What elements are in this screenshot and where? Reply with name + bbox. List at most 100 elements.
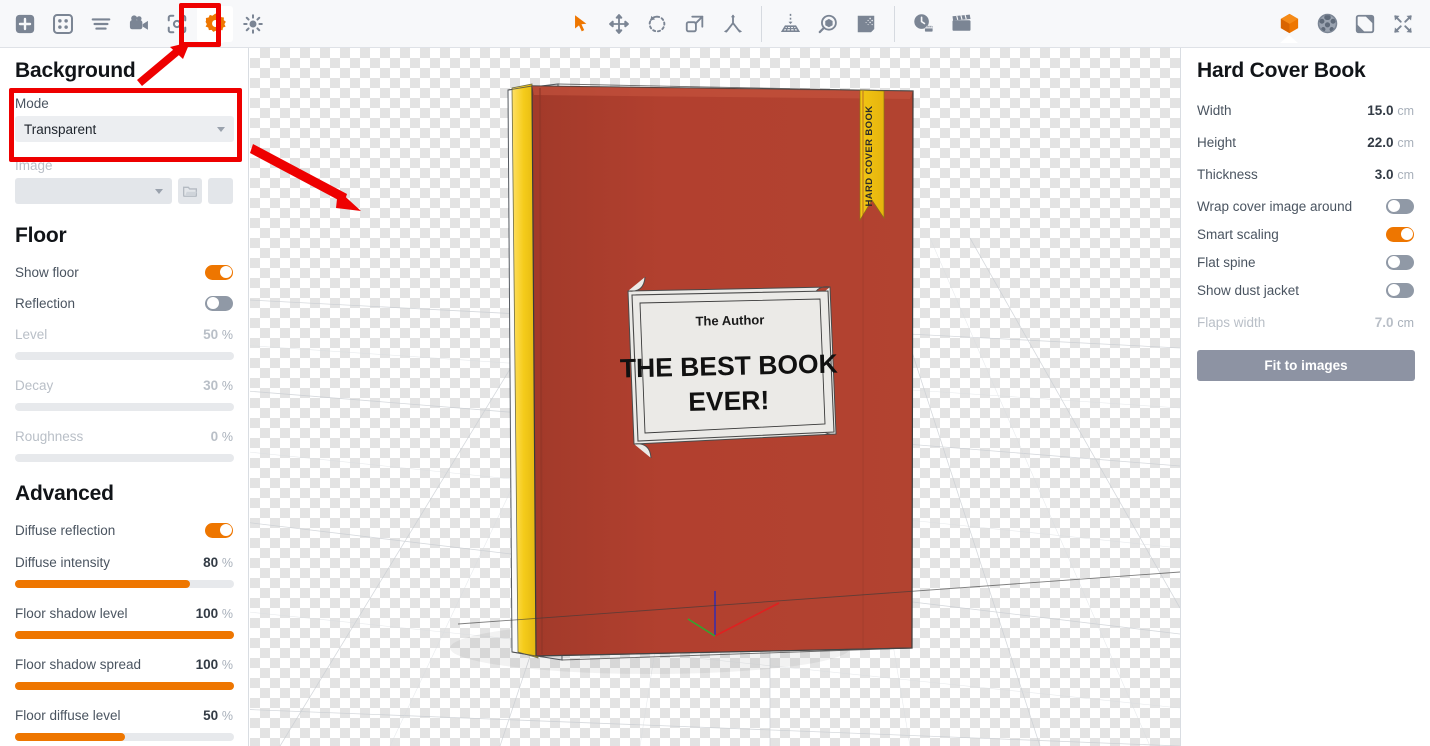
objects-grid-icon[interactable] — [45, 6, 81, 42]
video-camera-icon[interactable] — [121, 6, 157, 42]
row-reflection: Reflection — [15, 292, 233, 314]
background-mode-label: Mode — [15, 96, 49, 111]
add-object-icon[interactable] — [7, 6, 43, 42]
background-mode-value: Transparent — [24, 121, 97, 137]
row-value: 100 — [195, 605, 219, 621]
row-unit: cm — [1397, 103, 1414, 118]
rotate-icon[interactable] — [639, 6, 675, 42]
background-mode-select[interactable]: Transparent — [15, 116, 234, 142]
row-value[interactable]: 3.0 — [1375, 167, 1394, 182]
decay-slider — [15, 403, 234, 411]
row-label: Show floor — [15, 264, 79, 280]
row-label: Wrap cover image around — [1197, 198, 1353, 214]
advanced-section-title: Advanced — [15, 482, 114, 505]
diffuse-reflection-toggle[interactable] — [205, 522, 233, 538]
toolbar-separator-2 — [894, 5, 895, 42]
floor-shadow-level-slider[interactable] — [15, 631, 234, 639]
row-label: Flat spine — [1197, 254, 1256, 270]
layers-list-icon[interactable] — [83, 6, 119, 42]
row-value[interactable]: 15.0 — [1367, 103, 1393, 118]
row-label: Diffuse reflection — [15, 522, 116, 538]
row-unit: % — [221, 555, 233, 570]
timeline-clock-icon[interactable] — [905, 6, 941, 42]
flat-spine-toggle[interactable] — [1386, 254, 1414, 270]
row-label: Level — [15, 326, 48, 342]
row-flaps-width: Flaps width 7.0 cm — [1197, 311, 1414, 333]
row-label: Smart scaling — [1197, 226, 1279, 242]
background-image-select — [15, 178, 172, 204]
viewport-3d[interactable]: HARD COVER BOOK The Author THE BEST BOOK… — [250, 48, 1180, 746]
top-toolbar — [0, 0, 1430, 48]
book-ribbon-text: HARD COVER BOOK — [864, 105, 875, 206]
scale-icon[interactable] — [677, 6, 713, 42]
row-value: 80 — [203, 554, 219, 570]
row-label: Flaps width — [1197, 314, 1266, 330]
page-corner-icon[interactable] — [1347, 6, 1383, 42]
row-floor-shadow-spread: Floor shadow spread 100 % — [15, 653, 234, 690]
zoom-object-icon[interactable] — [810, 6, 846, 42]
folder-open-icon — [177, 178, 203, 204]
row-value: 50 — [203, 707, 219, 723]
row-value: 7.0 — [1374, 314, 1394, 330]
chevron-down-icon — [154, 189, 163, 194]
book-title-line2: EVER! — [688, 385, 770, 417]
move-icon[interactable] — [601, 6, 637, 42]
row-value: 100 — [195, 656, 219, 672]
row-unit: % — [221, 429, 233, 444]
fit-to-images-button[interactable]: Fit to images — [1197, 350, 1415, 381]
left-settings-panel: Background Mode Transparent Image Floor … — [0, 48, 249, 746]
row-value[interactable]: 22.0 — [1367, 135, 1393, 150]
row-smart-scaling: Smart scaling — [1197, 223, 1414, 245]
gear-icon[interactable] — [197, 5, 233, 43]
row-unit: cm — [1397, 315, 1414, 330]
row-label: Floor shadow spread — [15, 656, 142, 672]
reflection-toggle[interactable] — [205, 295, 233, 311]
row-thickness: Thickness 3.0 cm — [1197, 163, 1414, 185]
background-image-label: Image — [15, 158, 53, 173]
row-label: Diffuse intensity — [15, 554, 111, 570]
toolbar-right-group — [1270, 0, 1430, 48]
background-section-title: Background — [15, 59, 136, 82]
row-decay: Decay 30 % — [15, 374, 234, 411]
row-diffuse-reflection: Diffuse reflection — [15, 519, 233, 541]
floor-diffuse-level-slider[interactable] — [15, 733, 234, 741]
viewport-scene: HARD COVER BOOK The Author THE BEST BOOK… — [250, 83, 1180, 746]
toolbar-separator-1 — [761, 5, 762, 42]
perspective-grid-icon[interactable] — [772, 6, 808, 42]
toolbar-center-group — [562, 0, 980, 48]
smart-scaling-toggle[interactable] — [1386, 226, 1414, 242]
row-label: Show dust jacket — [1197, 282, 1300, 298]
active-tab-marker — [206, 34, 224, 43]
gradient-square-icon[interactable] — [848, 6, 884, 42]
wrap-cover-image-toggle[interactable] — [1386, 198, 1414, 214]
cursor-select-icon[interactable] — [563, 6, 599, 42]
row-level: Level 50 % — [15, 323, 234, 360]
sphere-checker-icon[interactable] — [1309, 6, 1345, 42]
row-unit: % — [221, 327, 233, 342]
book-title-line1: THE BEST BOOK — [620, 349, 839, 384]
light-bulb-icon[interactable] — [235, 6, 271, 42]
cube-3d-icon[interactable] — [1271, 6, 1307, 43]
row-show-dust-jacket: Show dust jacket — [1197, 279, 1414, 301]
toolbar-left-group — [0, 0, 272, 48]
row-label: Floor diffuse level — [15, 707, 121, 723]
floor-section-title: Floor — [15, 224, 67, 247]
row-unit: % — [221, 606, 233, 621]
roughness-slider — [15, 454, 234, 462]
focus-frame-icon[interactable] — [159, 6, 195, 42]
clapperboard-icon[interactable] — [943, 6, 979, 42]
show-floor-toggle[interactable] — [205, 264, 233, 280]
show-dust-jacket-toggle[interactable] — [1386, 282, 1414, 298]
row-roughness: Roughness 0 % — [15, 425, 234, 462]
diffuse-intensity-slider[interactable] — [15, 580, 234, 588]
app-root: HARD COVER BOOK The Author THE BEST BOOK… — [0, 0, 1430, 746]
row-label: Roughness — [15, 428, 84, 444]
row-diffuse-intensity: Diffuse intensity 80 % — [15, 551, 234, 588]
distribute-icon[interactable] — [715, 6, 751, 42]
chevron-down-icon — [217, 127, 225, 132]
fit-to-images-label: Fit to images — [1264, 358, 1348, 373]
row-height: Height 22.0 cm — [1197, 131, 1414, 153]
floor-shadow-spread-slider[interactable] — [15, 682, 234, 690]
row-label: Reflection — [15, 295, 76, 311]
fullscreen-icon[interactable] — [1385, 6, 1421, 42]
